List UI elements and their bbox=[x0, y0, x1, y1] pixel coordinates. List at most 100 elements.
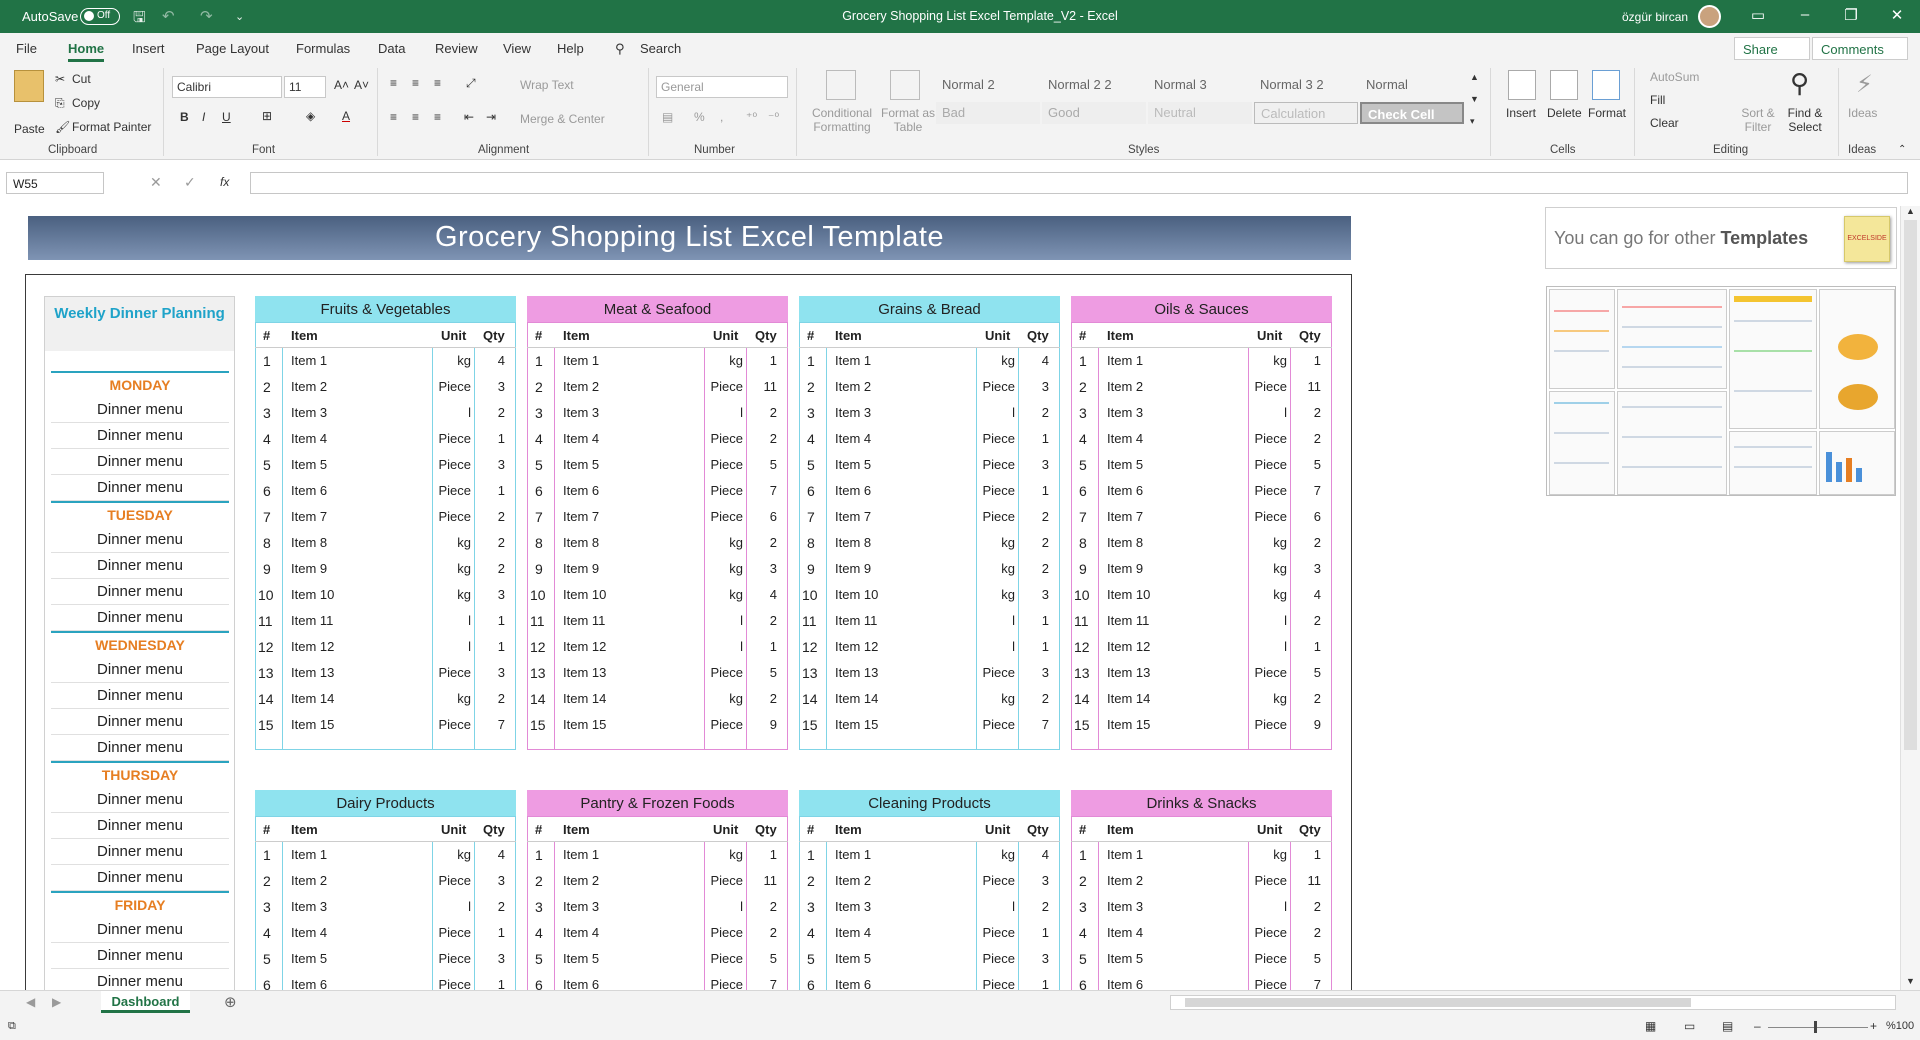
item-unit[interactable]: l bbox=[707, 899, 743, 914]
item-unit[interactable]: Piece bbox=[1251, 431, 1287, 446]
item-name[interactable]: Item 2 bbox=[563, 379, 599, 394]
macro-record-icon[interactable]: ⧉ bbox=[8, 1020, 16, 1033]
item-name[interactable]: Item 1 bbox=[835, 847, 871, 862]
horizontal-scrollbar[interactable] bbox=[1170, 995, 1896, 1010]
underline-icon[interactable]: U bbox=[222, 110, 231, 124]
list-item[interactable]: 14 Item 14 kg 2 bbox=[799, 686, 1060, 712]
dinner-menu-cell[interactable]: Dinner menu bbox=[51, 683, 229, 709]
item-name[interactable]: Item 2 bbox=[835, 379, 871, 394]
item-unit[interactable]: Piece bbox=[1251, 925, 1287, 940]
list-item[interactable]: 13 Item 13 Piece 5 bbox=[1071, 660, 1332, 686]
dinner-menu-cell[interactable]: Dinner menu bbox=[51, 475, 229, 501]
dinner-menu-cell[interactable]: Dinner menu bbox=[51, 527, 229, 553]
dinner-menu-cell[interactable]: Dinner menu bbox=[51, 553, 229, 579]
item-qty[interactable]: 3 bbox=[477, 951, 505, 966]
list-item[interactable]: 5 Item 5 Piece 5 bbox=[1071, 946, 1332, 972]
item-unit[interactable]: l bbox=[979, 613, 1015, 628]
item-name[interactable]: Item 10 bbox=[1107, 587, 1150, 602]
list-item[interactable]: 7 Item 7 Piece 6 bbox=[527, 504, 788, 530]
paste-icon[interactable] bbox=[14, 70, 44, 102]
item-qty[interactable]: 7 bbox=[1293, 483, 1321, 498]
item-name[interactable]: Item 12 bbox=[1107, 639, 1150, 654]
day-header[interactable]: THURSDAY bbox=[51, 761, 229, 787]
list-item[interactable]: 4 Item 4 Piece 2 bbox=[527, 426, 788, 452]
list-item[interactable]: 11 Item 11 l 2 bbox=[527, 608, 788, 634]
dinner-menu-cell[interactable]: Dinner menu bbox=[51, 735, 229, 761]
list-item[interactable]: 8 Item 8 kg 2 bbox=[1071, 530, 1332, 556]
prev-sheet-icon[interactable]: ◀ bbox=[26, 995, 35, 1009]
ideas-icon[interactable]: ⚡ bbox=[1856, 70, 1873, 99]
fill-button[interactable]: Fill bbox=[1650, 93, 1665, 107]
item-name[interactable]: Item 6 bbox=[1107, 977, 1143, 990]
item-name[interactable]: Item 7 bbox=[835, 509, 871, 524]
item-name[interactable]: Item 4 bbox=[1107, 431, 1143, 446]
list-item[interactable]: 8 Item 8 kg 2 bbox=[527, 530, 788, 556]
item-unit[interactable]: kg bbox=[435, 587, 471, 602]
item-qty[interactable]: 2 bbox=[1293, 925, 1321, 940]
item-unit[interactable]: l bbox=[435, 639, 471, 654]
item-unit[interactable]: Piece bbox=[435, 509, 471, 524]
item-unit[interactable]: kg bbox=[707, 847, 743, 862]
item-qty[interactable]: 1 bbox=[1021, 639, 1049, 654]
dinner-menu-cell[interactable]: Dinner menu bbox=[51, 969, 229, 990]
item-qty[interactable]: 11 bbox=[1293, 379, 1322, 394]
list-item[interactable]: 3 Item 3 l2 bbox=[527, 894, 788, 920]
item-name[interactable]: Item 5 bbox=[563, 951, 599, 966]
list-item[interactable]: 6 Item 6 Piece 1 bbox=[255, 972, 516, 990]
borders-icon[interactable]: ⊞ bbox=[262, 109, 272, 123]
list-item[interactable]: 5 Item 5 Piece 3 bbox=[255, 452, 516, 478]
orientation-icon[interactable]: ⤢ bbox=[466, 76, 476, 91]
tab-home[interactable]: Home bbox=[68, 41, 105, 62]
item-qty[interactable]: 2 bbox=[477, 535, 505, 550]
item-qty[interactable]: 9 bbox=[749, 717, 777, 732]
item-qty[interactable]: 11 bbox=[749, 873, 778, 888]
list-item[interactable]: 14 Item 14 kg 2 bbox=[255, 686, 516, 712]
item-qty[interactable]: 4 bbox=[1293, 587, 1321, 602]
scroll-thumb[interactable] bbox=[1904, 220, 1917, 750]
increase-font-icon[interactable]: A˄ bbox=[334, 78, 349, 92]
item-unit[interactable]: kg bbox=[979, 353, 1015, 368]
item-name[interactable]: Item 6 bbox=[835, 977, 871, 990]
item-qty[interactable]: 1 bbox=[477, 639, 505, 654]
item-name[interactable]: Item 4 bbox=[1107, 925, 1143, 940]
style-normal-3-2[interactable]: Normal 3 2 bbox=[1254, 74, 1358, 96]
conditional-formatting-icon[interactable] bbox=[826, 70, 856, 100]
item-unit[interactable]: Piece bbox=[435, 665, 471, 680]
customize-qat-icon[interactable]: ⌄ bbox=[235, 10, 244, 23]
list-item[interactable]: 15 Item 15 Piece 9 bbox=[527, 712, 788, 738]
style-neutral[interactable]: Neutral bbox=[1148, 102, 1252, 124]
item-name[interactable]: Item 7 bbox=[563, 509, 599, 524]
item-qty[interactable]: 2 bbox=[1021, 509, 1049, 524]
item-unit[interactable]: Piece bbox=[707, 873, 743, 888]
tab-view[interactable]: View bbox=[503, 41, 531, 56]
thumbnail-image[interactable] bbox=[1819, 431, 1895, 495]
list-item[interactable]: 9 Item 9 kg 2 bbox=[799, 556, 1060, 582]
item-name[interactable]: Item 5 bbox=[291, 951, 327, 966]
item-name[interactable]: Item 2 bbox=[291, 873, 327, 888]
thumbnail-image[interactable] bbox=[1549, 391, 1615, 495]
item-qty[interactable]: 2 bbox=[749, 405, 777, 420]
item-unit[interactable]: Piece bbox=[1251, 483, 1287, 498]
tab-file[interactable]: File bbox=[16, 41, 37, 56]
item-qty[interactable]: 2 bbox=[477, 405, 505, 420]
item-unit[interactable]: l bbox=[435, 613, 471, 628]
list-item[interactable]: 8 Item 8 kg 2 bbox=[255, 530, 516, 556]
item-name[interactable]: Item 14 bbox=[563, 691, 606, 706]
accounting-icon[interactable]: ▤ bbox=[662, 110, 673, 124]
item-qty[interactable]: 5 bbox=[749, 665, 777, 680]
item-name[interactable]: Item 4 bbox=[563, 925, 599, 940]
font-name-select[interactable]: Calibri bbox=[172, 76, 282, 98]
item-name[interactable]: Item 8 bbox=[835, 535, 871, 550]
dinner-menu-cell[interactable]: Dinner menu bbox=[51, 423, 229, 449]
day-header[interactable]: TUESDAY bbox=[51, 501, 229, 527]
item-unit[interactable]: Piece bbox=[707, 509, 743, 524]
item-unit[interactable]: kg bbox=[979, 847, 1015, 862]
normal-view-icon[interactable]: ▦ bbox=[1645, 1019, 1656, 1033]
item-name[interactable]: Item 15 bbox=[563, 717, 606, 732]
align-center-icon[interactable]: ≡ bbox=[412, 110, 419, 124]
item-qty[interactable]: 1 bbox=[1021, 977, 1049, 990]
list-item[interactable]: 9 Item 9 kg 2 bbox=[255, 556, 516, 582]
item-qty[interactable]: 1 bbox=[477, 977, 505, 990]
item-name[interactable]: Item 11 bbox=[835, 613, 877, 628]
item-name[interactable]: Item 2 bbox=[835, 873, 871, 888]
